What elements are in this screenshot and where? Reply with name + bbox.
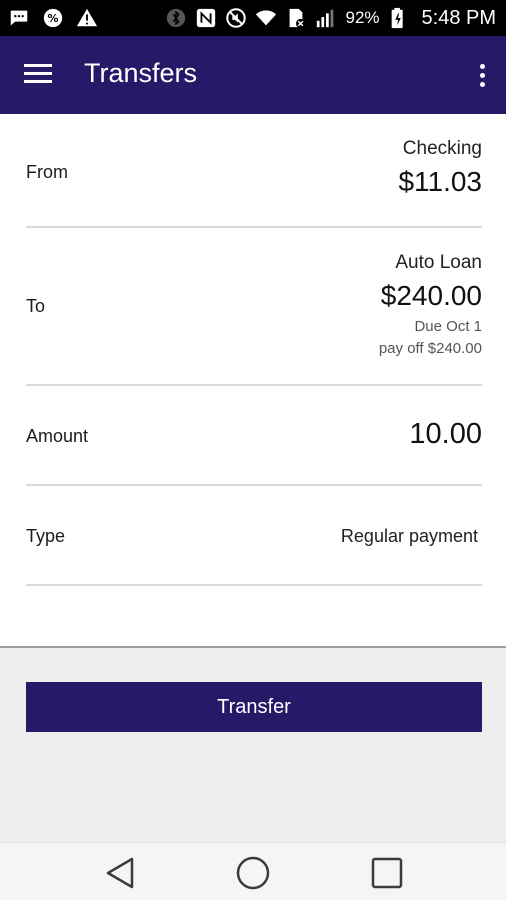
sim-icon (285, 7, 307, 29)
from-label: From (26, 162, 68, 182)
to-account-selector[interactable]: To Auto Loan $240.00 Due Oct 1 pay off $… (26, 228, 482, 386)
percent-icon: % (42, 7, 64, 29)
to-label: To (26, 296, 46, 316)
type-label: Type (26, 526, 66, 546)
status-time: 5:48 PM (421, 6, 496, 29)
more-vert-icon[interactable] (472, 60, 492, 90)
status-right-icons: 92% 5:48 PM (165, 0, 496, 36)
nfc-icon (195, 7, 217, 29)
back-icon[interactable] (100, 853, 140, 893)
battery-icon (388, 7, 410, 29)
mute-icon (225, 7, 247, 29)
signal-icon (315, 7, 337, 29)
amount-field[interactable]: Amount 10.00 (26, 386, 482, 486)
svg-text:%: % (47, 12, 58, 25)
from-account-balance: $11.03 (398, 166, 482, 197)
to-payoff-amount: pay off $240.00 (378, 340, 482, 357)
from-account-name: Checking (402, 138, 482, 159)
action-area: Transfer (0, 646, 506, 842)
to-account-details: Auto Loan $240.00 Due Oct 1 pay off $240… (379, 252, 482, 360)
message-icon (8, 7, 30, 29)
recent-apps-icon[interactable] (367, 853, 407, 893)
hamburger-menu-icon[interactable] (22, 60, 54, 90)
transfer-button[interactable]: Transfer (26, 682, 482, 732)
bluetooth-icon (165, 7, 187, 29)
warning-icon (76, 7, 98, 29)
payment-type-value: Regular payment (340, 526, 478, 546)
amount-label: Amount (26, 426, 89, 446)
to-account-balance: $240.00 (380, 280, 482, 311)
wifi-icon (255, 7, 277, 29)
system-nav-bar (0, 842, 506, 900)
transfer-form: From Checking $11.03 To Auto Loan $240.0… (0, 114, 506, 646)
from-account-selector[interactable]: From Checking $11.03 (26, 114, 482, 228)
battery-percent: 92% (345, 8, 380, 27)
payment-type-selector[interactable]: Type Regular payment (26, 486, 482, 586)
status-bar: % 92% 5:48 PM (0, 0, 506, 36)
home-icon[interactable] (233, 853, 273, 893)
status-left-icons: % (8, 0, 98, 36)
to-account-name: Auto Loan (395, 252, 482, 273)
amount-value[interactable]: 10.00 (409, 418, 482, 451)
app-bar: Transfers (0, 36, 506, 114)
to-due-date: Due Oct 1 (414, 318, 482, 335)
page-title: Transfers (84, 58, 198, 88)
from-account-details: Checking $11.03 (398, 138, 482, 198)
